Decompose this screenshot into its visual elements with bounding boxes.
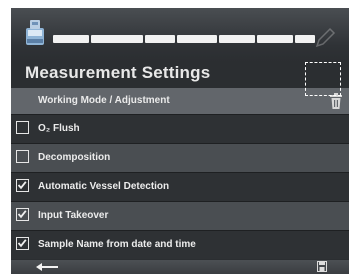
back-arrow-icon[interactable]: [35, 262, 59, 272]
setting-row-o2-flush[interactable]: O₂ Flush: [11, 114, 349, 143]
setting-row-automatic-vessel-detection[interactable]: Automatic Vessel Detection: [11, 172, 349, 201]
checkmark-icon: [17, 210, 27, 219]
checkbox[interactable]: [16, 208, 29, 221]
checkmark-icon: [17, 239, 27, 248]
section-header-row[interactable]: Working Mode / Adjustment: [11, 88, 349, 114]
bottom-bar: [11, 260, 349, 274]
setting-label: Input Takeover: [38, 210, 109, 221]
device-screen: Measurement Settings Working Mode / Adju…: [11, 8, 349, 274]
pen-icon[interactable]: [313, 26, 337, 50]
page-title: Measurement Settings: [25, 63, 211, 82]
top-bar: Measurement Settings: [11, 8, 349, 82]
save-icon[interactable]: [317, 261, 327, 272]
setting-row-decomposition[interactable]: Decomposition: [11, 143, 349, 172]
checkbox[interactable]: [16, 237, 29, 250]
setting-label: O₂ Flush: [38, 123, 80, 134]
selection-highlight: [305, 62, 341, 96]
title-bar-segments: [53, 35, 315, 43]
instrument-icon: [26, 20, 44, 45]
checkmark-icon: [17, 181, 27, 190]
checkbox[interactable]: [16, 121, 29, 134]
setting-row-sample-name[interactable]: Sample Name from date and time: [11, 230, 349, 259]
setting-label: Automatic Vessel Detection: [38, 181, 170, 192]
section-header-label: Working Mode / Adjustment: [38, 95, 170, 106]
checkbox[interactable]: [16, 179, 29, 192]
checkbox[interactable]: [16, 150, 29, 163]
setting-label: Sample Name from date and time: [38, 239, 196, 250]
setting-row-input-takeover[interactable]: Input Takeover: [11, 201, 349, 230]
setting-label: Decomposition: [38, 152, 111, 163]
